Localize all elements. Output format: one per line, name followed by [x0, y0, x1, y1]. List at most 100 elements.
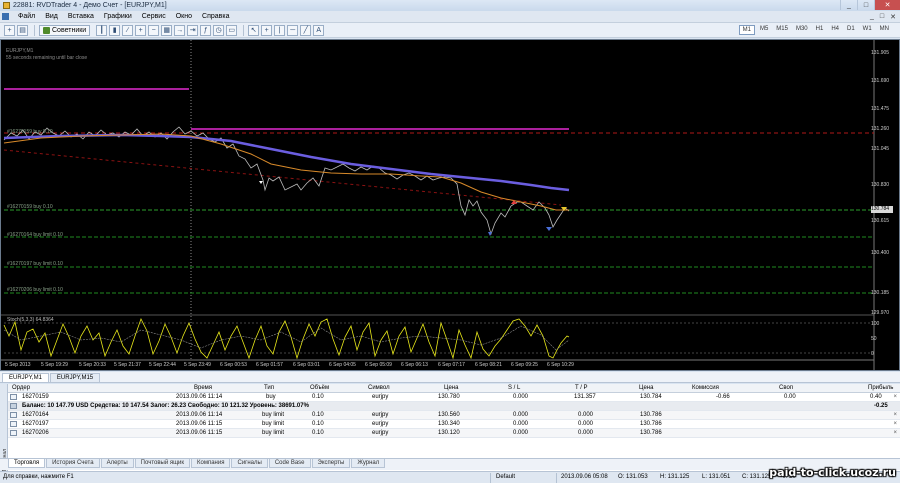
tab-journal[interactable]: Журнал	[351, 459, 386, 468]
time-tick: 5 Sep 21:37	[114, 362, 141, 368]
autoscroll-icon[interactable]: →	[174, 24, 186, 36]
zoom-out-icon[interactable]: −	[148, 24, 160, 36]
price-chart[interactable]: EURJPY,M1 55 seconds remaining until bar…	[0, 39, 900, 371]
oscillator-tick: 50	[871, 336, 877, 342]
maximize-button[interactable]: □	[857, 0, 874, 10]
col-time[interactable]: Время	[194, 385, 212, 391]
chart-symbol-label: EURJPY,M1	[6, 48, 34, 54]
order-volume: 0.10	[312, 394, 324, 400]
order-sl: 0.000	[513, 412, 529, 418]
chart-window-icon[interactable]	[2, 13, 9, 20]
menu-window[interactable]: Окно	[171, 13, 197, 20]
timeframe-m1[interactable]: M1	[738, 25, 755, 35]
col-price[interactable]: Цена	[444, 385, 458, 391]
zoom-in-icon[interactable]: +	[135, 24, 147, 36]
table-row[interactable]: 16270206 2013.09.06 11:15 buy limit 0.10…	[8, 429, 900, 438]
indicators-icon[interactable]: ƒ	[200, 24, 212, 36]
timeframe-mn[interactable]: MN	[877, 25, 892, 35]
menu-tools[interactable]: Сервис	[137, 13, 171, 20]
close-order-icon[interactable]: ×	[893, 394, 897, 400]
timeframe-m15[interactable]: M15	[773, 25, 791, 35]
tab-experts[interactable]: Эксперты	[311, 459, 351, 468]
mdi-minimize-button[interactable]: _	[870, 13, 874, 21]
chart-info: EURJPY,M1 55 seconds remaining until bar…	[6, 48, 87, 62]
timeframe-m5[interactable]: M5	[757, 25, 771, 35]
col-volume[interactable]: Объём	[310, 385, 329, 391]
status-separator	[490, 473, 491, 483]
candle-chart-icon[interactable]: ▮	[109, 24, 121, 36]
fast-moving-average	[3, 133, 569, 211]
toolbar-separator	[34, 24, 35, 36]
menu-view[interactable]: Вид	[40, 13, 63, 20]
order-type: buy limit	[262, 412, 285, 418]
col-type[interactable]: Тип	[264, 385, 274, 391]
toolbar-separator	[243, 24, 245, 36]
text-tool-icon[interactable]: A	[313, 24, 325, 36]
order-time: 2013.09.06 11:15	[176, 421, 223, 427]
table-row[interactable]: 16270159 2013.09.06 11:14 buy 0.10 eurjp…	[8, 393, 900, 402]
status-datetime: 2013.09.06 05:08	[561, 474, 608, 480]
timeframe-d1[interactable]: D1	[844, 25, 858, 35]
col-profit[interactable]: Прибыль	[868, 385, 893, 391]
periods-icon[interactable]: ◷	[213, 24, 225, 36]
line-chart-icon[interactable]: ∕	[122, 24, 134, 36]
advisors-icon	[43, 26, 50, 34]
horizontal-line-icon[interactable]: ─	[287, 24, 299, 36]
delete-order-icon[interactable]: ×	[893, 430, 897, 436]
timeframe-h1[interactable]: H1	[813, 25, 827, 35]
new-chart-icon[interactable]: +	[4, 24, 15, 36]
time-tick: 5 Sep 2013	[5, 362, 31, 368]
col-symbol[interactable]: Символ	[368, 385, 390, 391]
col-sl[interactable]: S / L	[508, 385, 520, 391]
table-header: Ордер Время Тип Объём Символ Цена S / L …	[8, 384, 900, 393]
order-swap: 0.00	[784, 394, 796, 400]
vertical-line-icon[interactable]: |	[274, 24, 286, 36]
table-row[interactable]: 16270197 2013.09.06 11:15 buy limit 0.10…	[8, 420, 900, 429]
tab-mailbox[interactable]: Почтовый ящик	[134, 459, 191, 468]
table-row[interactable]: 16270164 2013.09.06 11:14 buy limit 0.10…	[8, 411, 900, 420]
tab-eurjpy-m15[interactable]: EURJPY,M15	[49, 373, 101, 382]
order-price: 130.120	[438, 430, 460, 436]
order-symbol: eurjpy	[372, 412, 389, 418]
timeframe-h4[interactable]: H4	[828, 25, 842, 35]
delete-order-icon[interactable]: ×	[893, 421, 897, 427]
menu-charts[interactable]: Графики	[99, 13, 137, 20]
col-swap[interactable]: Своп	[779, 385, 793, 391]
tile-windows-icon[interactable]: ▦	[161, 24, 173, 36]
mdi-restore-button[interactable]: □	[880, 13, 884, 21]
crosshair-icon[interactable]: +	[261, 24, 273, 36]
delete-order-icon[interactable]: ×	[893, 412, 897, 418]
timeframe-w1[interactable]: W1	[860, 25, 875, 35]
chart-shift-icon[interactable]: ⇥	[187, 24, 199, 36]
tab-trade[interactable]: Торговля	[8, 459, 46, 468]
status-profile[interactable]: Default	[496, 474, 515, 480]
status-bar: Для справки, нажмите F1 Default 2013.09.…	[0, 471, 900, 483]
price-tick: 130.400	[871, 250, 890, 256]
minimize-button[interactable]: _	[840, 0, 857, 10]
tab-eurjpy-m1[interactable]: EURJPY,M1	[2, 373, 49, 382]
close-button[interactable]: ✕	[874, 0, 900, 10]
menu-help[interactable]: Справка	[197, 13, 234, 20]
tab-code-base[interactable]: Code Base	[268, 459, 311, 468]
trendline-icon[interactable]: ╱	[300, 24, 312, 36]
timeframe-m30[interactable]: M30	[793, 25, 811, 35]
col-current-price[interactable]: Цена	[639, 385, 653, 391]
tab-alerts[interactable]: Алерты	[100, 459, 134, 468]
col-commission[interactable]: Комиссия	[692, 385, 719, 391]
bar-chart-icon[interactable]: ┃	[96, 24, 108, 36]
tab-signals[interactable]: Сигналы	[231, 459, 268, 468]
menu-file[interactable]: Файл	[13, 13, 40, 20]
order-ticket: 16270206	[22, 430, 49, 436]
mdi-close-button[interactable]: ✕	[890, 13, 896, 21]
menu-insert[interactable]: Вставка	[63, 13, 99, 20]
tab-account-history[interactable]: История Счета	[46, 459, 100, 468]
profiles-icon[interactable]: ▤	[17, 24, 28, 36]
cursor-icon[interactable]: ↖	[248, 24, 260, 36]
advisors-button[interactable]: Советники	[39, 24, 91, 36]
col-tp[interactable]: T / P	[575, 385, 588, 391]
time-tick: 6 Sep 08:21	[475, 362, 502, 368]
templates-icon[interactable]: ▭	[226, 24, 238, 36]
tab-company[interactable]: Компания	[191, 459, 231, 468]
time-tick: 6 Sep 07:17	[438, 362, 465, 368]
col-order[interactable]: Ордер	[12, 385, 30, 391]
